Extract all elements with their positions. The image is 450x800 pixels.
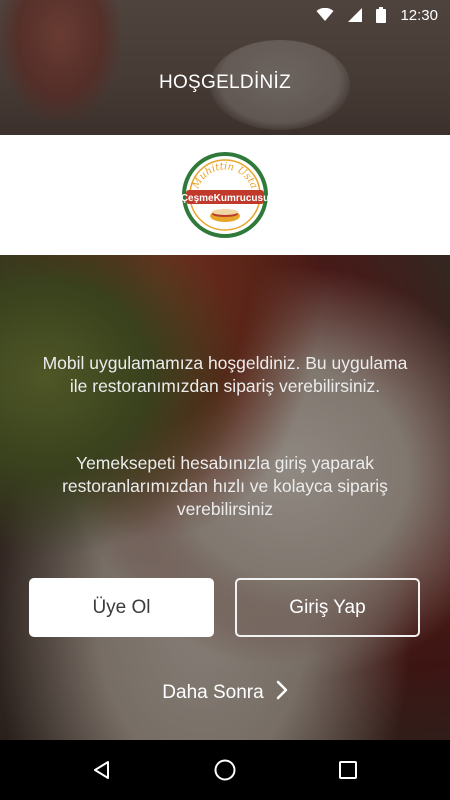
later-label: Daha Sonra	[162, 682, 264, 703]
home-icon[interactable]	[205, 750, 245, 790]
login-button[interactable]: Giriş Yap	[235, 578, 420, 637]
restaurant-logo: Muhittin Usta ÇeşmeKumrucusu	[181, 152, 269, 238]
register-button[interactable]: Üye Ol	[29, 578, 214, 637]
wifi-icon	[316, 8, 334, 22]
logo-banner: Muhittin Usta ÇeşmeKumrucusu	[0, 135, 450, 255]
status-bar: 12:30	[0, 0, 450, 30]
later-button[interactable]: Daha Sonra	[0, 680, 450, 706]
welcome-message: Mobil uygulamamıza hoşgeldiniz. Bu uygul…	[42, 353, 408, 396]
navigation-bar	[0, 740, 450, 800]
clock: 12:30	[400, 6, 438, 24]
page-title: HOŞGELDİNİZ	[158, 72, 292, 93]
logo-brand-text: ÇeşmeKumrucusu	[181, 193, 269, 204]
chevron-right-icon	[276, 680, 288, 706]
back-icon[interactable]	[82, 750, 122, 790]
battery-icon	[376, 7, 387, 23]
signal-icon	[348, 8, 363, 22]
recents-icon[interactable]	[328, 750, 368, 790]
yemeksepeti-info: Yemeksepeti hesabınızla giriş yaparak re…	[62, 453, 388, 519]
